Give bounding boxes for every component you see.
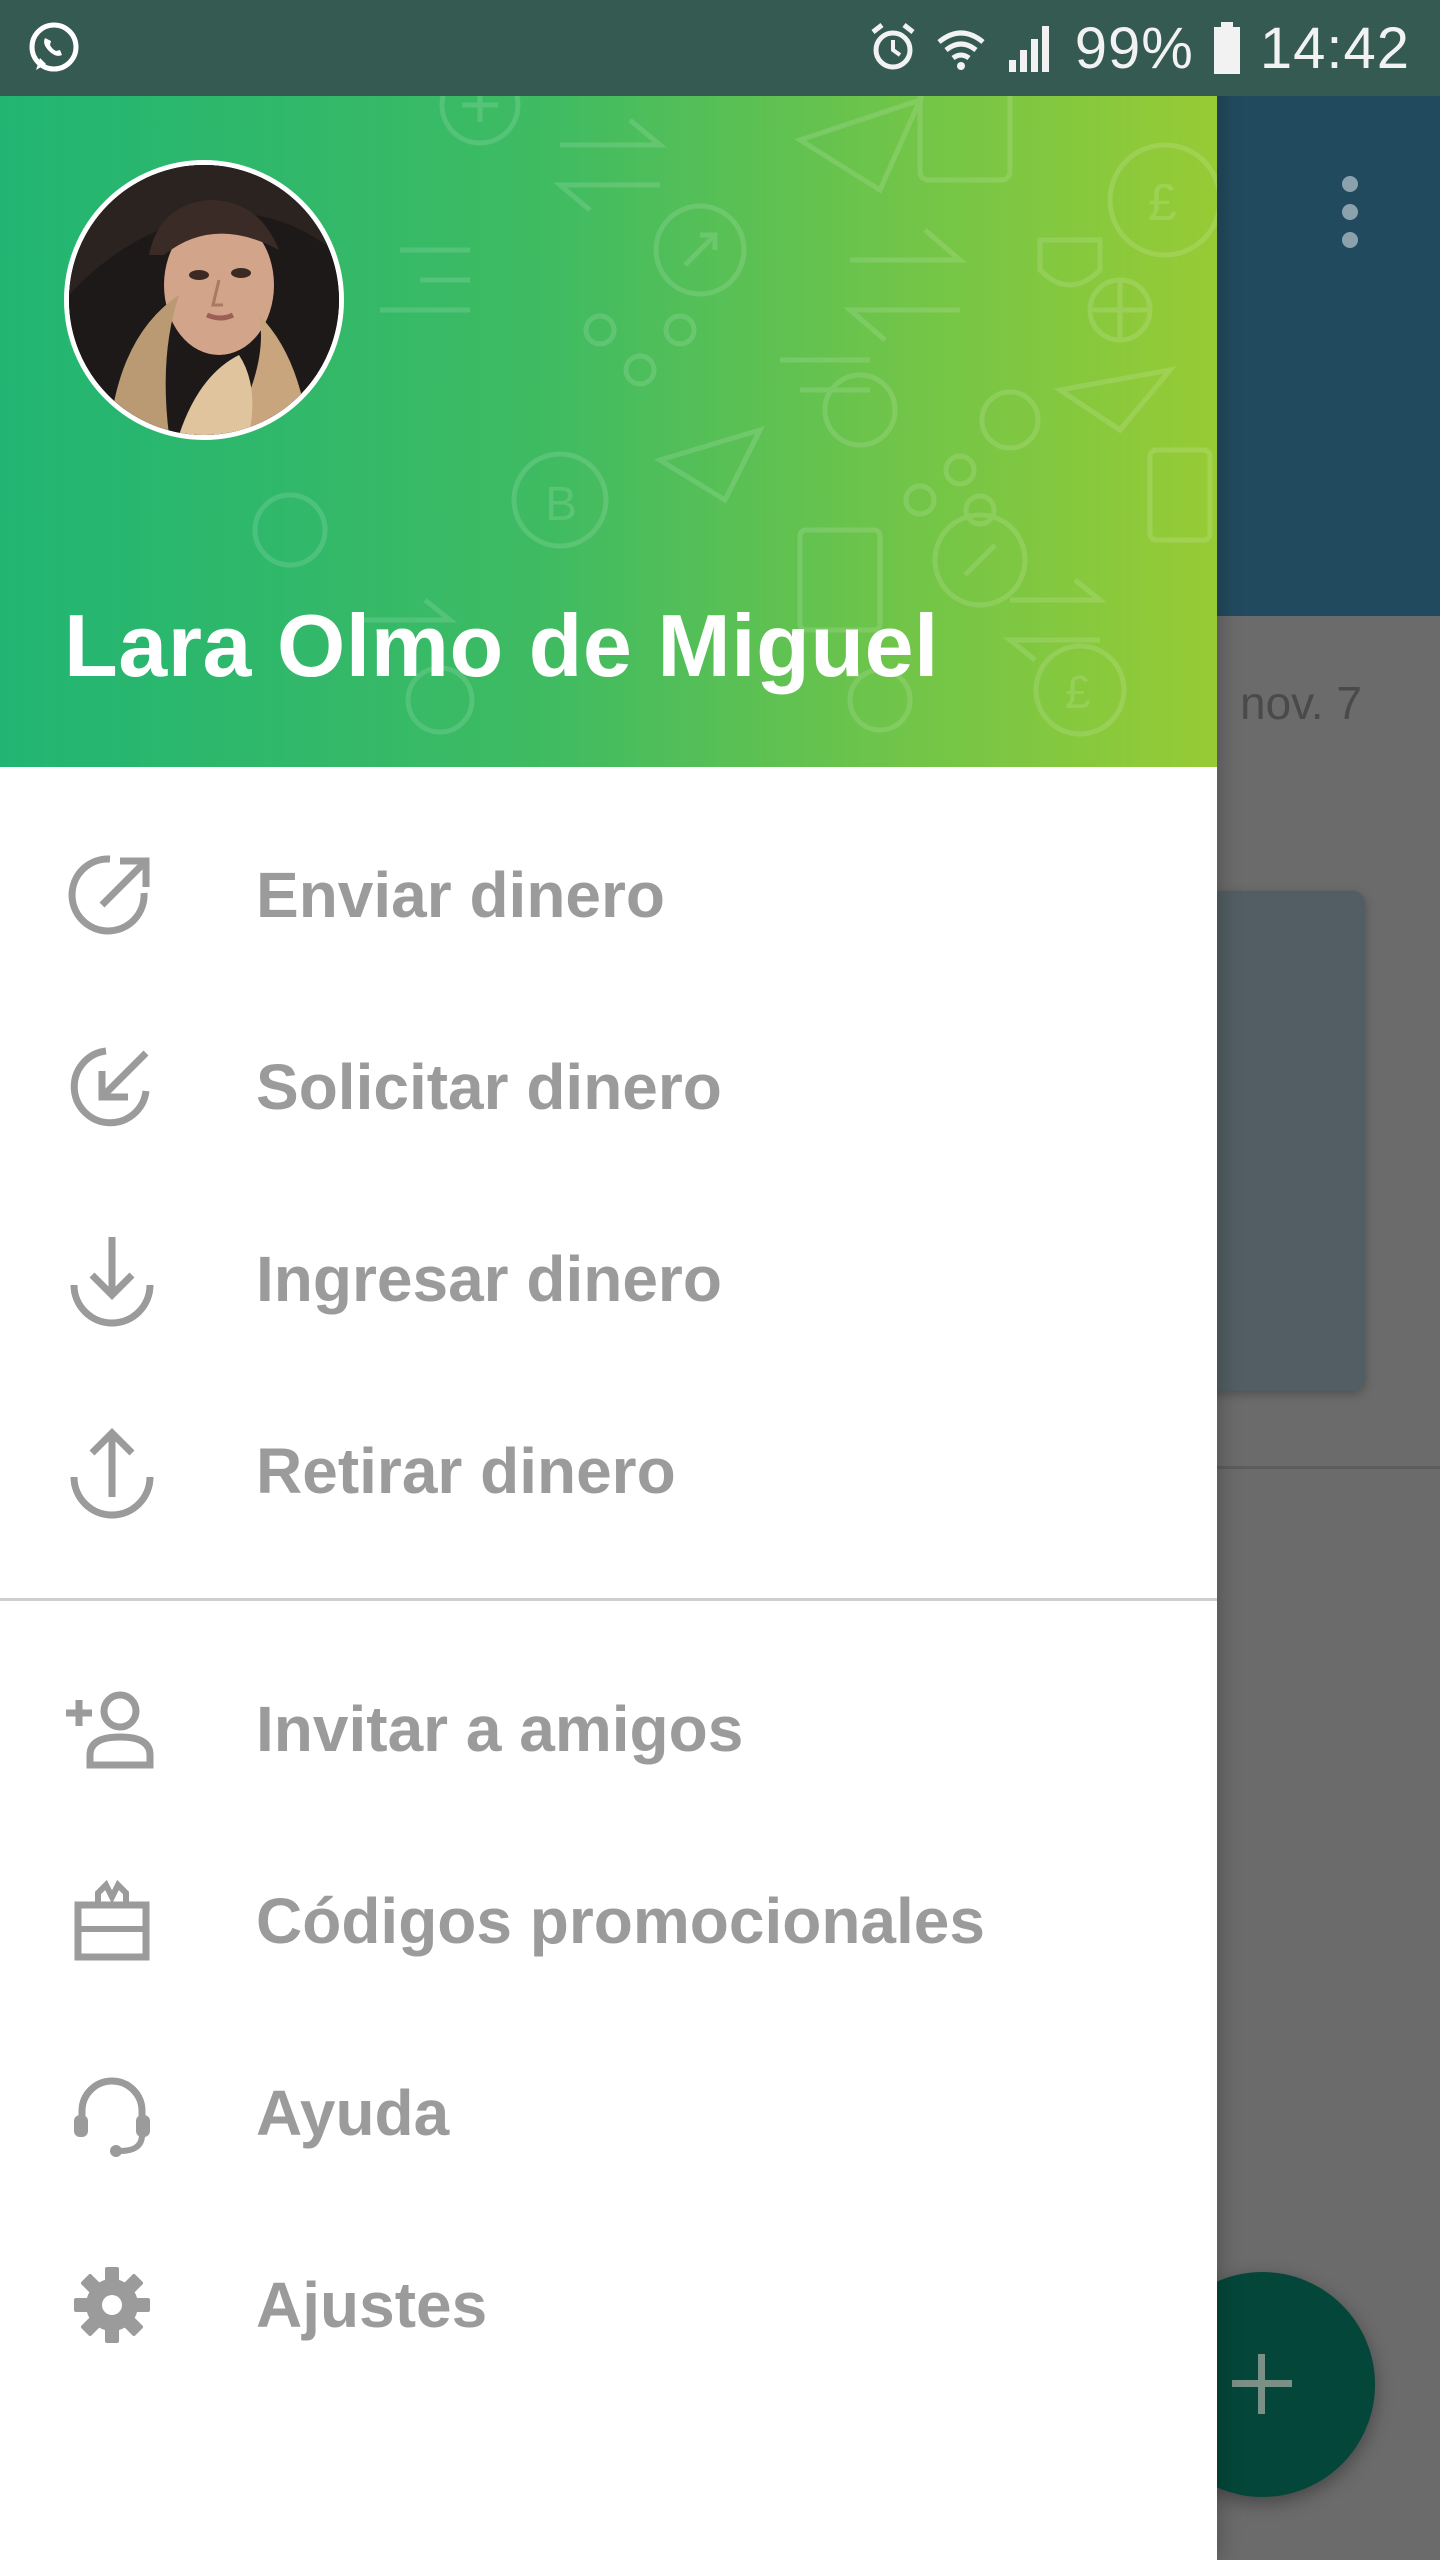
menu-item-label: Ingresar dinero xyxy=(256,1243,722,1315)
clock: 14:42 xyxy=(1259,15,1410,81)
svg-text:£: £ xyxy=(1065,666,1091,718)
menu-item-label: Códigos promocionales xyxy=(256,1885,985,1957)
list-divider xyxy=(1217,1466,1440,1469)
send-money-icon xyxy=(62,845,162,945)
menu-item-settings[interactable]: Ajustes xyxy=(0,2210,1217,2400)
withdraw-icon xyxy=(62,1421,162,1521)
status-bar: 99% 14:42 xyxy=(0,0,1440,96)
menu-item-label: Ajustes xyxy=(256,2269,488,2341)
menu-item-label: Solicitar dinero xyxy=(256,1051,722,1123)
menu-item-request-money[interactable]: Solicitar dinero xyxy=(0,992,1217,1182)
menu-item-label: Retirar dinero xyxy=(256,1435,676,1507)
menu-item-send-money[interactable]: Enviar dinero xyxy=(0,800,1217,990)
more-vertical-icon[interactable] xyxy=(1335,176,1365,266)
menu-item-deposit-money[interactable]: Ingresar dinero xyxy=(0,1184,1217,1374)
menu-item-label: Enviar dinero xyxy=(256,859,665,931)
request-money-icon xyxy=(62,1037,162,1137)
whatsapp-icon xyxy=(26,20,82,76)
deposit-icon xyxy=(62,1229,162,1329)
svg-text:£: £ xyxy=(1148,174,1177,232)
menu-item-label: Invitar a amigos xyxy=(256,1693,744,1765)
navigation-drawer: £ B £ Lara Olmo de Miguel Enviar dinero … xyxy=(0,0,1217,2560)
menu-divider xyxy=(0,1598,1217,1601)
signal-icon xyxy=(1005,22,1057,74)
wifi-icon xyxy=(935,22,987,74)
avatar[interactable] xyxy=(64,160,344,440)
headset-icon xyxy=(62,2063,162,2163)
invite-friend-icon xyxy=(62,1679,162,1779)
gift-icon xyxy=(62,1871,162,1971)
svg-text:B: B xyxy=(545,478,577,531)
menu-item-withdraw-money[interactable]: Retirar dinero xyxy=(0,1376,1217,1566)
battery-percent: 99% xyxy=(1074,15,1194,81)
alarm-icon xyxy=(869,22,917,74)
date-label: nov. 7 xyxy=(1240,677,1362,729)
gear-icon xyxy=(62,2255,162,2355)
user-name: Lara Olmo de Miguel xyxy=(64,596,939,695)
drawer-header: £ B £ Lara Olmo de Miguel xyxy=(0,0,1217,767)
menu-item-invite-friends[interactable]: Invitar a amigos xyxy=(0,1634,1217,1824)
menu-item-label: Ayuda xyxy=(256,2077,450,2149)
menu-item-promo-codes[interactable]: Códigos promocionales xyxy=(0,1826,1217,2016)
battery-icon xyxy=(1212,20,1242,76)
menu-item-help[interactable]: Ayuda xyxy=(0,2018,1217,2208)
